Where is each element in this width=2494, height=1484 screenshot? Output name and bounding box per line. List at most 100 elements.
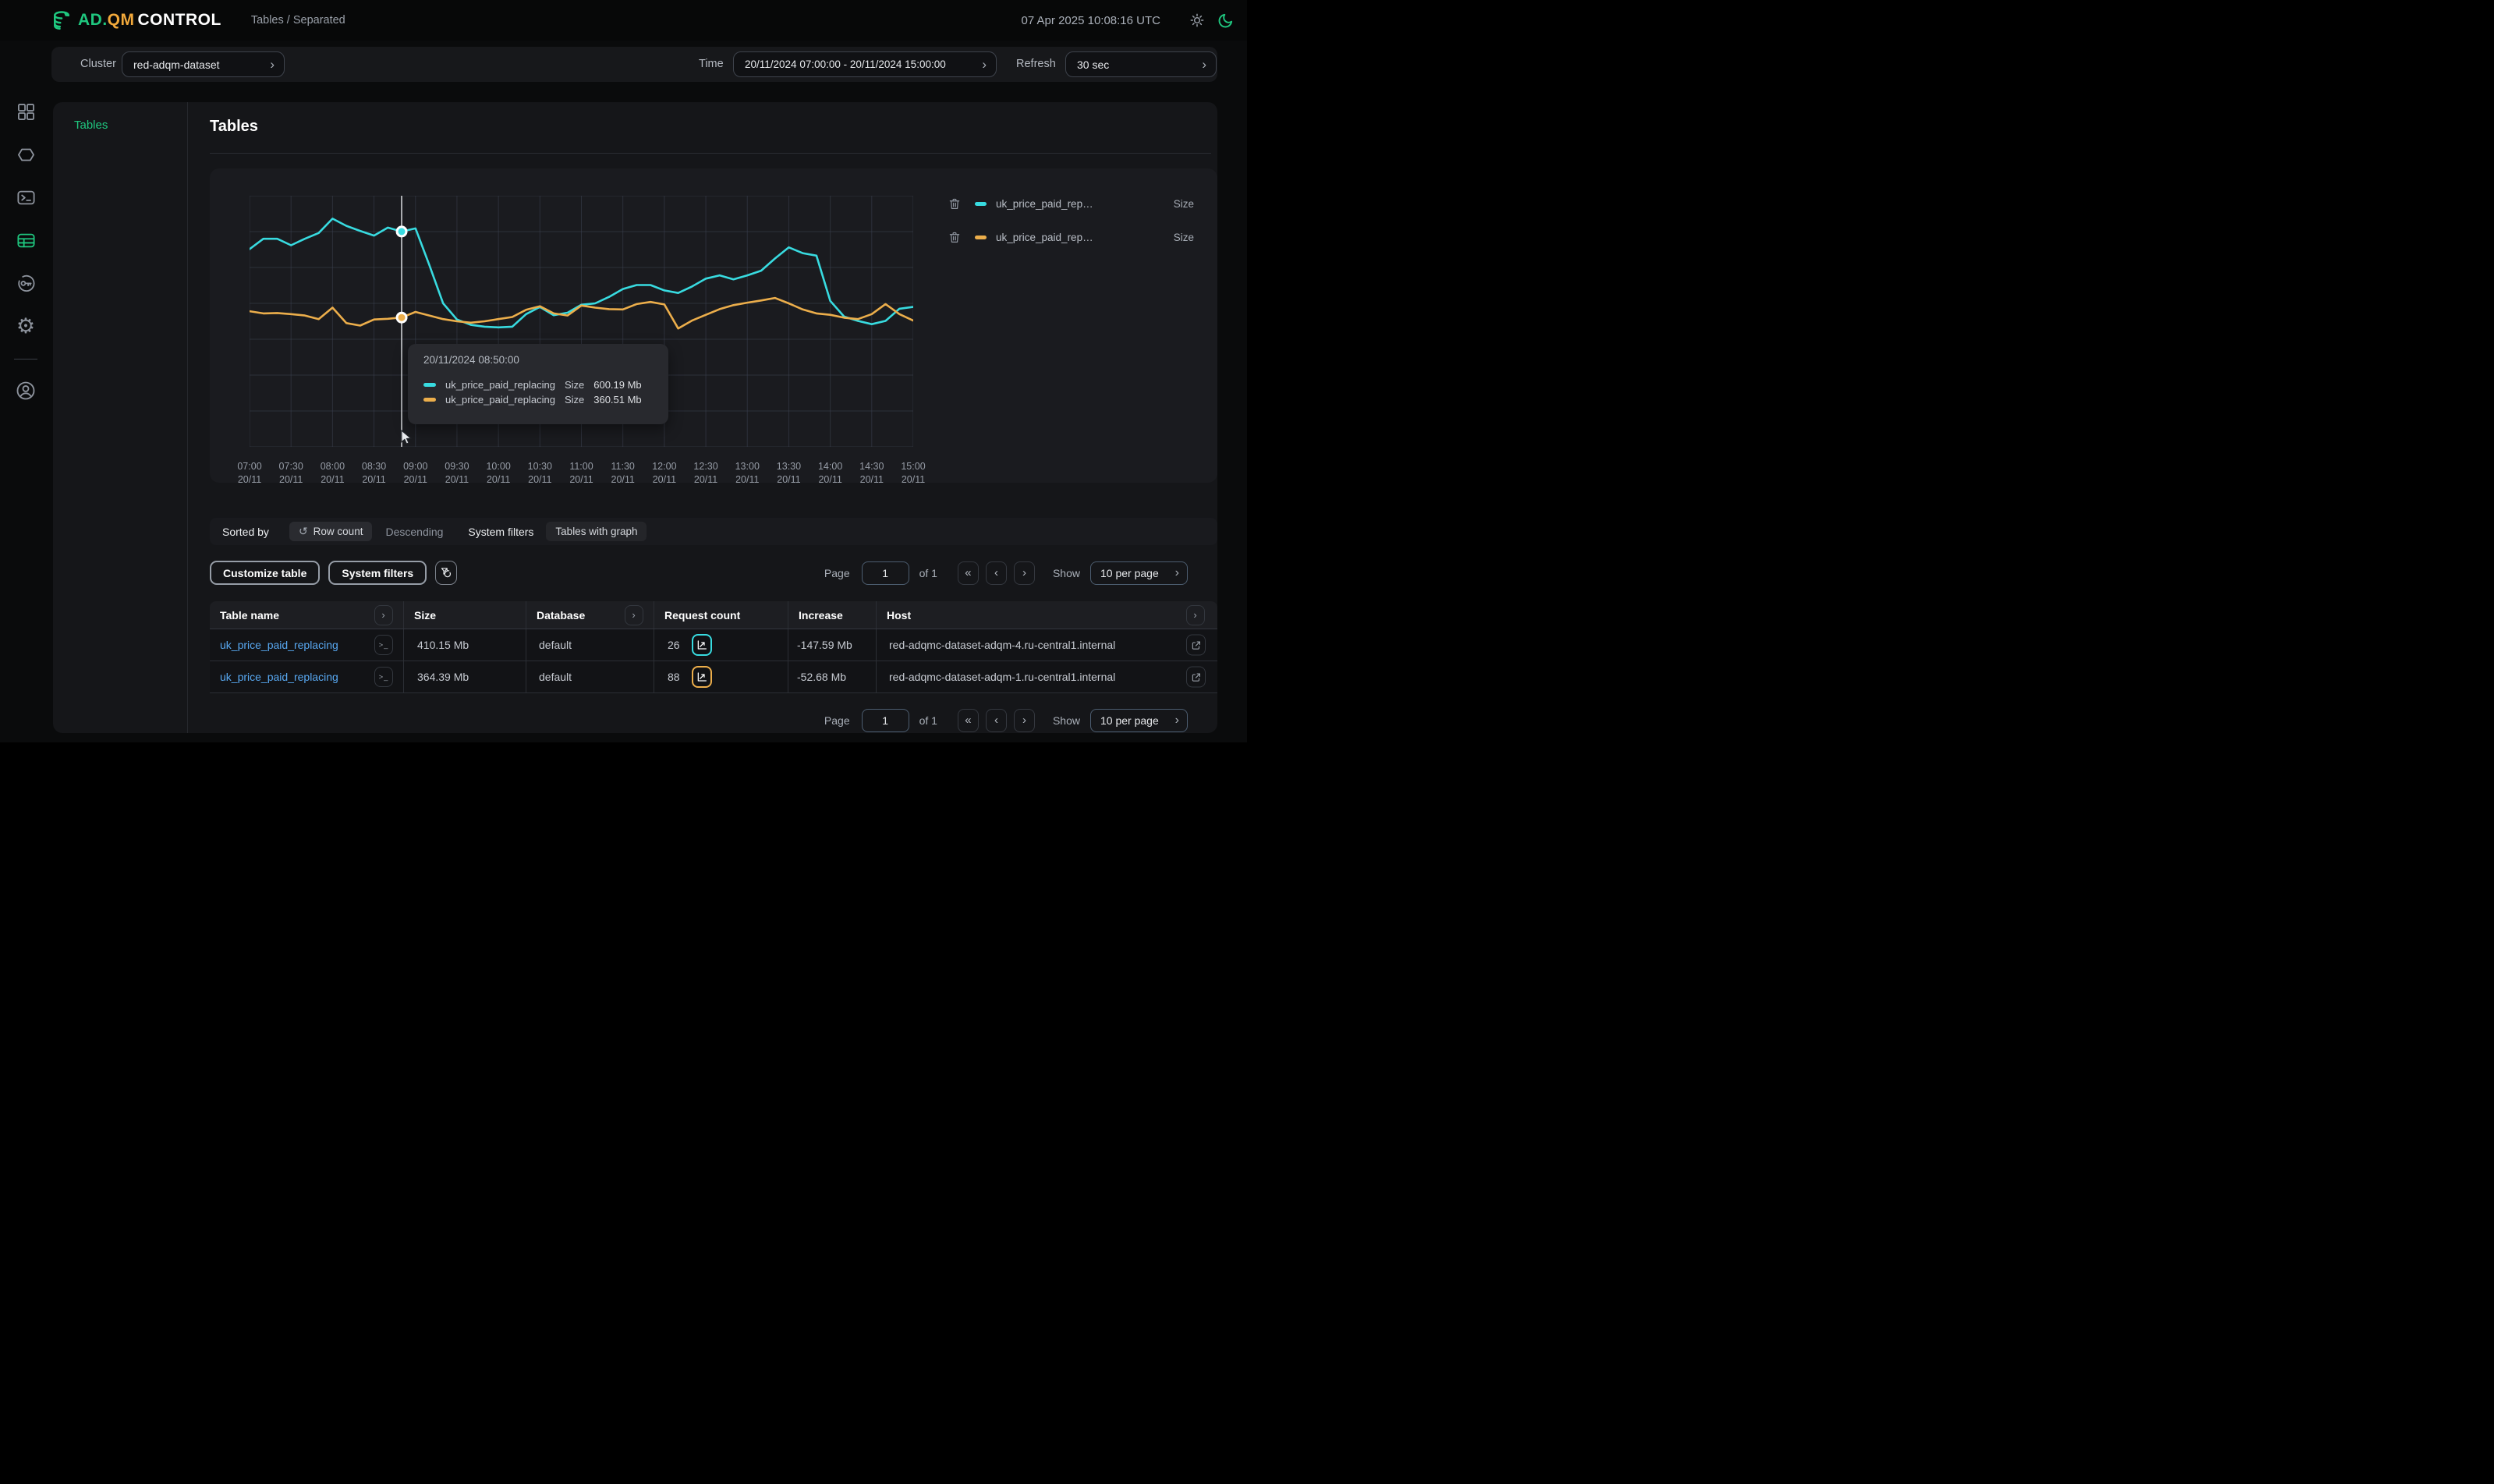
x-tick-label: 11:3020/11 — [603, 460, 643, 487]
sort-order-toggle[interactable]: Descending — [385, 526, 443, 538]
open-console-button[interactable]: >_ — [374, 667, 393, 687]
legend-metric[interactable]: Size — [1174, 198, 1196, 210]
system-filter-chip[interactable]: Tables with graph — [546, 522, 647, 541]
column-menu-button[interactable]: › — [625, 605, 643, 625]
request-count-value: 26 — [654, 639, 680, 651]
sidebar-item-profile[interactable] — [13, 378, 38, 403]
column-header-database[interactable]: Database › — [526, 601, 654, 629]
column-header-size[interactable]: Size — [404, 601, 526, 629]
title-divider — [210, 153, 1211, 154]
column-header-request-count[interactable]: Request count — [654, 601, 788, 629]
breadcrumb[interactable]: Tables / Separated — [251, 14, 345, 27]
next-page-button[interactable]: › — [1014, 709, 1035, 732]
chevron-right-icon: › — [381, 609, 385, 621]
x-tick-label: 14:3020/11 — [852, 460, 892, 487]
cluster-select[interactable]: red-adqm-dataset › — [122, 51, 285, 77]
table-name-link[interactable]: uk_price_paid_replacing — [210, 639, 338, 651]
mouse-cursor — [399, 430, 413, 448]
tooltip-metric: Size — [565, 379, 584, 391]
table-row[interactable]: uk_price_paid_replacing >_ 364.39 Mb def… — [210, 661, 1217, 693]
increase-value: -52.68 Mb — [788, 671, 846, 683]
per-page-value: 10 per page — [1100, 567, 1159, 579]
legend-item: uk_price_paid_rep… Size — [946, 228, 1196, 246]
open-host-button[interactable] — [1186, 635, 1206, 656]
time-label: Time — [699, 58, 724, 70]
top-bar: AD.QMCONTROL Tables / Separated 07 Apr 2… — [0, 0, 1247, 41]
column-menu-button[interactable]: › — [1186, 605, 1205, 625]
sidebar-item-tables-label[interactable]: Tables — [74, 119, 108, 132]
sidebar-item-settings[interactable]: ⚙ — [13, 313, 38, 338]
per-page-select[interactable]: 10 per page › — [1090, 709, 1188, 732]
logo-qm: QM — [108, 11, 135, 30]
customize-table-button[interactable]: Customize table — [210, 561, 320, 585]
first-page-button[interactable]: « — [958, 561, 979, 585]
pagination: Page of 1 « ‹ › Show 10 per page › — [824, 708, 1188, 732]
sort-field-chip[interactable]: ↺ Row count — [289, 522, 373, 541]
refresh-value: 30 sec — [1077, 58, 1109, 71]
x-tick-label: 12:0020/11 — [644, 460, 685, 487]
x-tick-label: 07:3020/11 — [271, 460, 311, 487]
app-window: AD.QMCONTROL Tables / Separated 07 Apr 2… — [0, 0, 1247, 742]
sidebar-item-cluster[interactable] — [13, 142, 38, 167]
sidebar-item-dashboard[interactable] — [13, 99, 38, 124]
size-value: 364.39 Mb — [404, 671, 469, 683]
first-page-button[interactable]: « — [958, 709, 979, 732]
crosshair-point — [397, 313, 406, 322]
reset-filters-button[interactable] — [435, 561, 457, 585]
tooltip-timestamp: 20/11/2024 08:50:00 — [423, 354, 653, 366]
chevron-right-icon: › — [1194, 58, 1206, 71]
column-label: Size — [404, 609, 436, 622]
prev-page-button[interactable]: ‹ — [986, 561, 1007, 585]
page-number-input[interactable] — [862, 709, 909, 732]
clock-utc: 07 Apr 2025 10:08:16 UTC — [1022, 14, 1160, 27]
show-label: Show — [1053, 714, 1080, 727]
per-page-select[interactable]: 10 per page › — [1090, 561, 1188, 585]
show-label: Show — [1053, 567, 1080, 579]
page-number-input[interactable] — [862, 561, 909, 585]
logo-icon — [50, 9, 73, 34]
legend-item: uk_price_paid_rep… Size — [946, 194, 1196, 213]
sidebar-item-tables[interactable] — [13, 228, 38, 253]
column-header-table-name[interactable]: Table name › — [210, 601, 404, 629]
cluster-value: red-adqm-dataset — [133, 58, 220, 71]
chevron-right-icon: › — [1175, 714, 1179, 728]
size-value: 410.15 Mb — [404, 639, 469, 651]
light-theme-icon[interactable] — [1189, 12, 1206, 29]
legend-series-name[interactable]: uk_price_paid_rep… — [996, 198, 1093, 210]
refresh-select[interactable]: 30 sec › — [1065, 51, 1217, 77]
database-value: default — [526, 671, 572, 683]
open-console-button[interactable]: >_ — [374, 635, 393, 655]
terminal-icon: >_ — [379, 641, 389, 650]
prev-page-button[interactable]: ‹ — [986, 709, 1007, 732]
open-host-button[interactable] — [1186, 667, 1206, 688]
tooltip-series-name: uk_price_paid_replacing — [445, 394, 555, 406]
table-row[interactable]: uk_price_paid_replacing >_ 410.15 Mb def… — [210, 629, 1217, 661]
column-header-host[interactable]: Host › — [877, 601, 1217, 629]
x-tick-label: 09:3020/11 — [437, 460, 477, 487]
trash-icon[interactable] — [946, 194, 963, 213]
system-filters-button[interactable]: System filters — [328, 561, 427, 585]
x-tick-label: 09:0020/11 — [395, 460, 436, 487]
sidebar-item-console[interactable] — [13, 185, 38, 210]
column-menu-button[interactable]: › — [374, 605, 393, 625]
time-range-select[interactable]: 20/11/2024 07:00:00 - 20/11/2024 15:00:0… — [733, 51, 997, 77]
x-tick-label: 12:3020/11 — [685, 460, 726, 487]
app-logo[interactable]: AD.QMCONTROL — [78, 11, 221, 30]
x-tick-label: 07:0020/11 — [229, 460, 270, 487]
column-header-increase[interactable]: Increase — [788, 601, 877, 629]
series-color-dash — [975, 236, 987, 239]
series-color-dash — [423, 383, 436, 387]
per-page-value: 10 per page — [1100, 714, 1159, 727]
next-page-button[interactable]: › — [1014, 561, 1035, 585]
table-name-link[interactable]: uk_price_paid_replacing — [210, 671, 338, 683]
sidebar-item-access-keys[interactable] — [13, 271, 38, 296]
page-of-text: of 1 — [919, 714, 937, 727]
dark-theme-icon[interactable] — [1217, 12, 1235, 30]
control-bar: Cluster red-adqm-dataset › Time 20/11/20… — [51, 47, 1217, 82]
legend-series-name[interactable]: uk_price_paid_rep… — [996, 232, 1093, 243]
legend-metric[interactable]: Size — [1174, 232, 1196, 243]
tooltip-series-name: uk_price_paid_replacing — [445, 379, 555, 391]
trash-icon[interactable] — [946, 228, 963, 246]
content-card: Tables Tables 07:0020/1107:3020/1108:002… — [53, 102, 1217, 733]
series-color-dash — [975, 202, 987, 206]
